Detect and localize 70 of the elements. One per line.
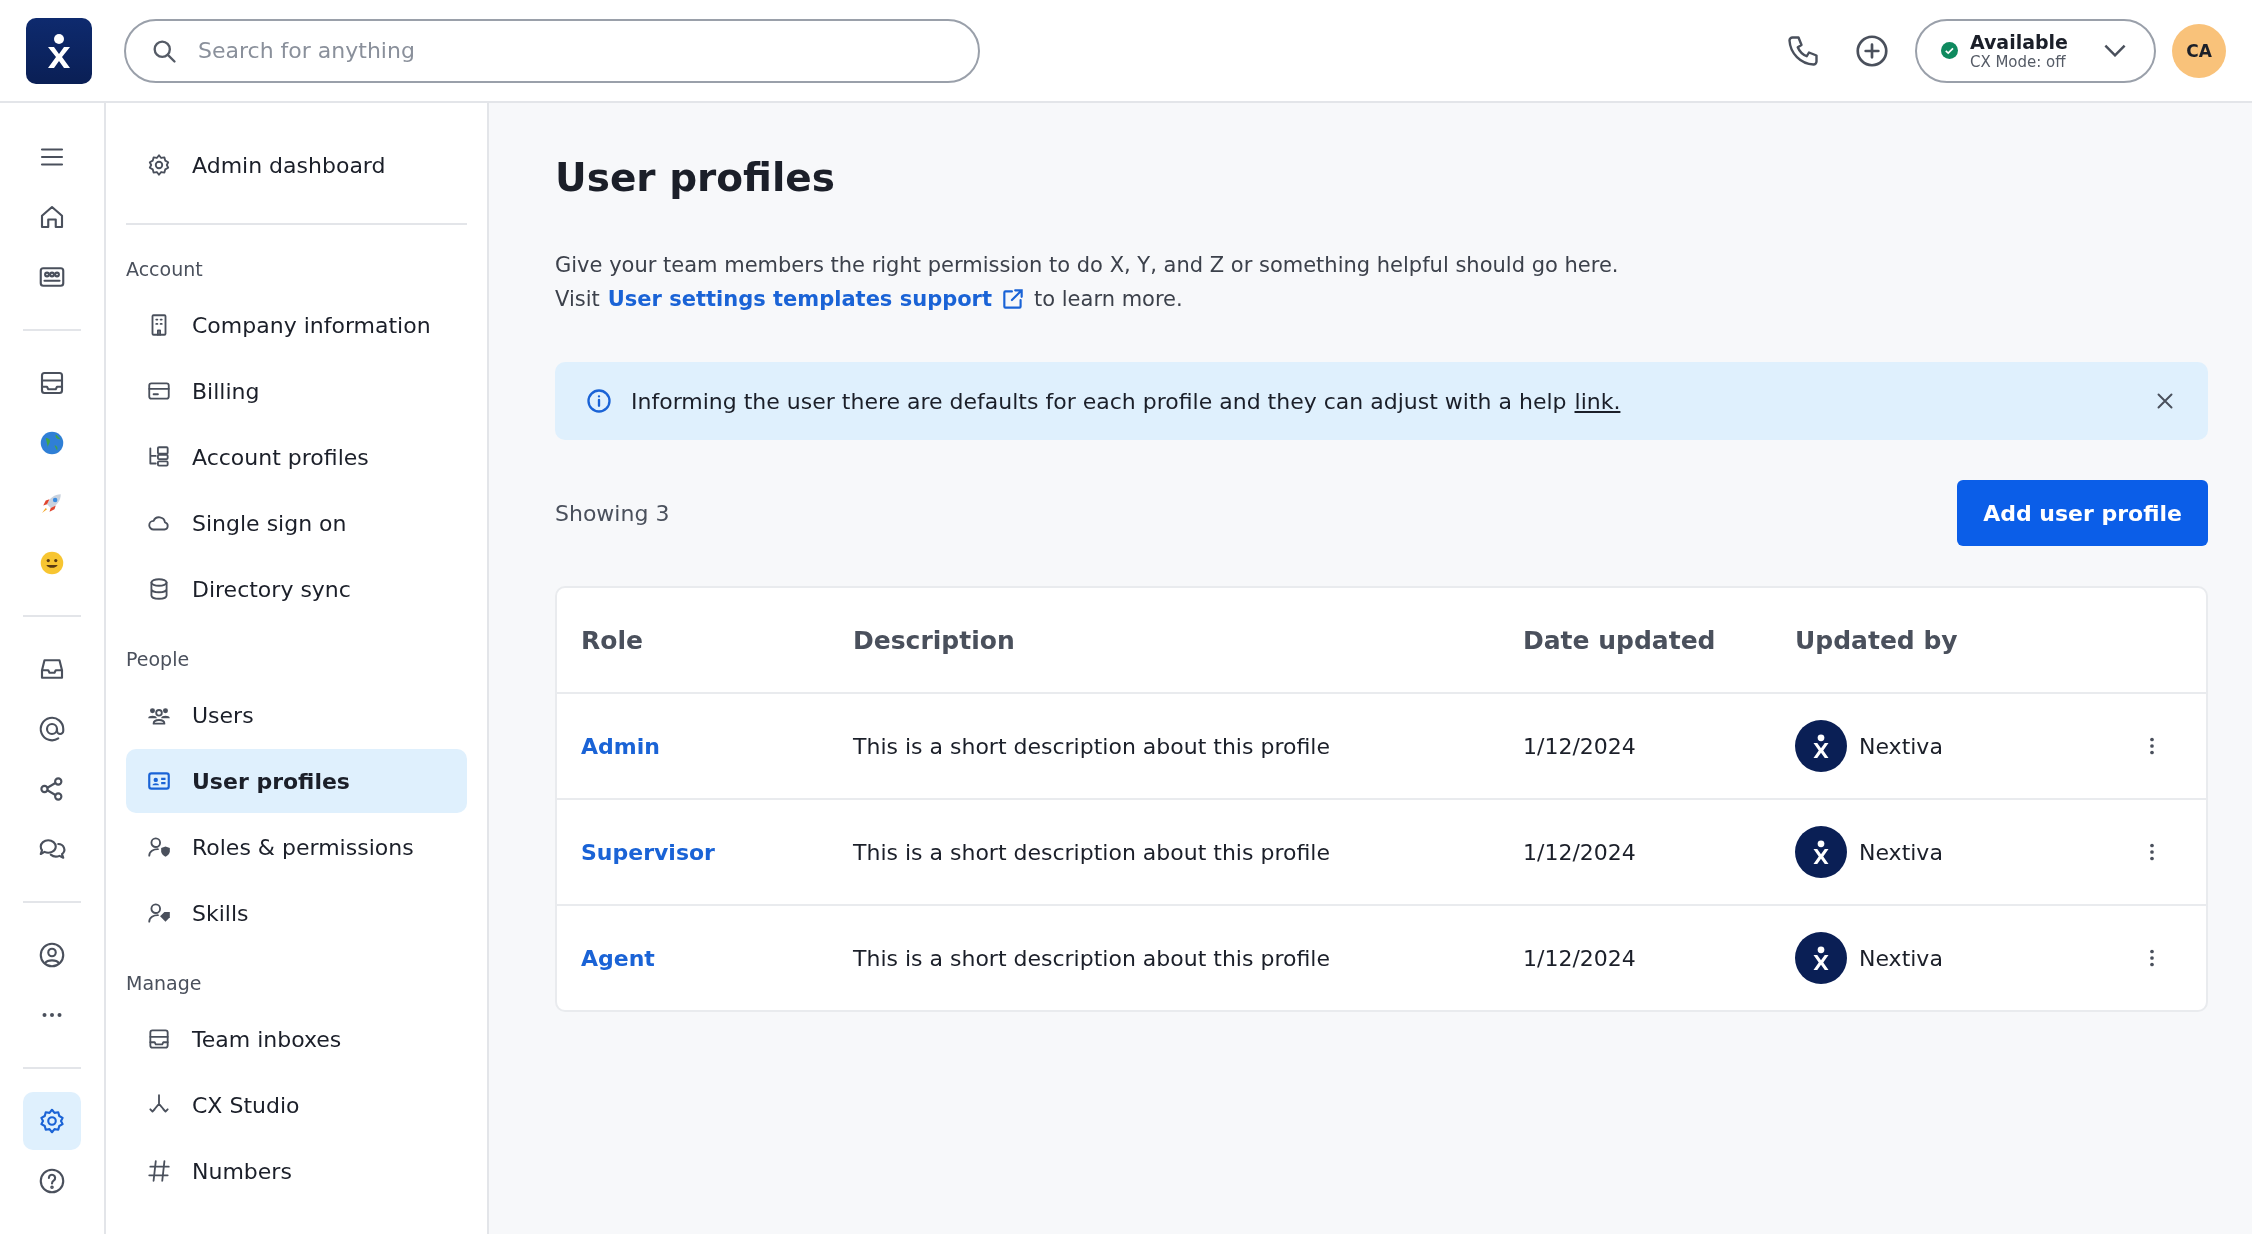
- sidebar-item-label: Company information: [192, 312, 431, 338]
- sidebar-item-label: Roles & permissions: [192, 834, 414, 860]
- role-link[interactable]: Supervisor: [581, 839, 715, 865]
- table-cell: Nextiva: [1859, 839, 1943, 865]
- sidebar-item-label: Admin dashboard: [192, 152, 386, 178]
- help-link[interactable]: link.: [1574, 388, 1621, 414]
- avatar-logo-icon: [1795, 932, 1847, 984]
- hash-icon: [146, 1158, 172, 1184]
- section-heading: Manage: [126, 971, 203, 996]
- table-cell: 1/12/2024: [1523, 733, 1636, 759]
- avatar-logo-icon: [1795, 826, 1847, 878]
- sidebar-item[interactable]: Single sign on: [126, 491, 467, 555]
- role-link[interactable]: Admin: [581, 733, 660, 759]
- status-dropdown[interactable]: Available CX Mode: off: [1914, 18, 2156, 83]
- avatar-logo-icon: [1795, 720, 1847, 772]
- column-header: Description: [853, 625, 1016, 655]
- chevron-down-icon: [2104, 44, 2126, 57]
- sidebar-item[interactable]: Numbers: [126, 1139, 467, 1203]
- sidebar-item-label: Account profiles: [192, 444, 369, 470]
- visit-text: Visit: [555, 287, 600, 311]
- user-avatar[interactable]: CA: [2172, 23, 2226, 78]
- sidebar-item-label: Directory sync: [192, 576, 351, 602]
- visit-suffix: to learn more.: [1034, 287, 1183, 311]
- sidebar-item-label: Single sign on: [192, 510, 347, 536]
- sidebar-item-label: Numbers: [192, 1158, 292, 1184]
- support-link[interactable]: User settings templates support: [607, 287, 992, 311]
- table-cell: 1/12/2024: [1523, 945, 1636, 971]
- info-icon: [585, 387, 613, 415]
- column-header: Date updated: [1523, 625, 1717, 655]
- table-cell: This is a short description about this profile: [853, 839, 1330, 865]
- table-cell: Nextiva: [1859, 733, 1943, 759]
- app-logo[interactable]: [26, 17, 92, 84]
- sidebar-item-label: Team inboxes: [192, 1026, 342, 1052]
- sidebar-item[interactable]: Company information: [126, 293, 467, 357]
- banner-text: Informing the user there are defaults for each profile and they can adjust with a help: [631, 388, 1567, 414]
- sidebar-item-label: Users: [192, 702, 254, 728]
- table-cell: Nextiva: [1859, 945, 1943, 971]
- section-heading: People: [126, 647, 191, 672]
- sidebar-item[interactable]: Users: [126, 683, 467, 747]
- result-count: Showing 3: [555, 500, 670, 526]
- inbox-tray-icon: [146, 1026, 172, 1052]
- add-user-profile-button[interactable]: Add user profile: [1957, 480, 2208, 546]
- sidebar-item-label: CX Studio: [192, 1092, 300, 1118]
- intro-text: Give your team members the right permission to do X, Y, and Z or something helpful should go here.: [555, 252, 1620, 279]
- user-shield-icon: [146, 834, 172, 860]
- role-link[interactable]: Agent: [581, 945, 655, 971]
- settings-icon: [146, 152, 172, 178]
- table-cell: This is a short description about this profile: [853, 733, 1330, 759]
- sidebar-item-label: User profiles: [192, 768, 350, 794]
- search-field[interactable]: Search for anything: [124, 18, 980, 83]
- external-link-icon: [1000, 286, 1026, 312]
- hierarchy-icon: [146, 444, 172, 470]
- sidebar-item[interactable]: CX Studio: [126, 1073, 467, 1137]
- sidebar-item[interactable]: User profiles: [126, 749, 467, 813]
- section-heading: Account: [126, 257, 204, 282]
- sidebar-item[interactable]: Directory sync: [126, 557, 467, 621]
- sidebar-item[interactable]: Account profiles: [126, 425, 467, 489]
- sidebar-item[interactable]: Admin dashboard: [126, 133, 467, 197]
- sidebar-item-label: Skills: [192, 900, 249, 926]
- sidebar-item[interactable]: Team inboxes: [126, 1007, 467, 1071]
- sidebar-item[interactable]: Roles & permissions: [126, 815, 467, 879]
- column-header: Updated by: [1795, 625, 1959, 655]
- table-cell: 1/12/2024: [1523, 839, 1636, 865]
- settings-icon[interactable]: [23, 1092, 81, 1150]
- page-title: User profiles: [555, 155, 837, 200]
- table-cell: This is a short description about this profile: [853, 945, 1330, 971]
- sidebar-item[interactable]: Skills: [126, 881, 467, 945]
- column-header: Role: [581, 625, 644, 655]
- sidebar-item[interactable]: Billing: [126, 359, 467, 423]
- sidebar-item-label: Billing: [192, 378, 260, 404]
